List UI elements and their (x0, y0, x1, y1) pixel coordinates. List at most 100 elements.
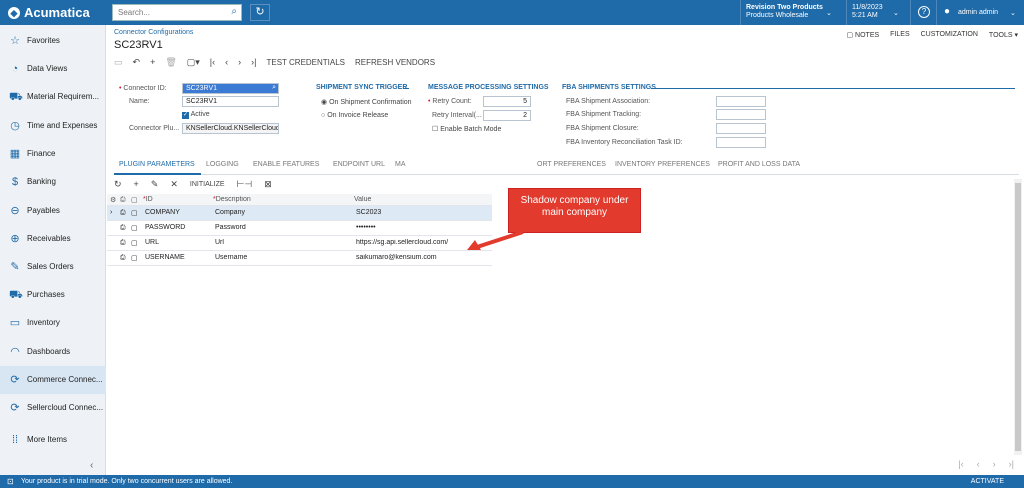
save-icon[interactable]: ▭ (114, 57, 123, 68)
note-icon[interactable]: ▢ (131, 224, 138, 232)
acumatica-logo[interactable]: ◆ Acumatica (8, 5, 90, 20)
retry-count-field[interactable]: 5 (483, 96, 531, 107)
sidebar-item-payables[interactable]: ⊖ Payables (0, 197, 106, 225)
cell-id[interactable]: COMPANY (145, 209, 180, 216)
note-icon[interactable]: ▢ (131, 209, 138, 217)
column-value-header[interactable]: Value (354, 196, 371, 203)
sidebar-item-banking[interactable]: $ Banking (0, 168, 106, 196)
sidebar-item-favorites[interactable]: ☆ Favorites (0, 27, 106, 55)
cell-id[interactable]: PASSWORD (145, 224, 185, 231)
export-excel-icon[interactable]: ⊠ (264, 179, 272, 190)
active-checkbox[interactable]: ✓ Active (182, 111, 210, 119)
chevron-down-icon[interactable]: ⌄ (893, 9, 899, 17)
attach-icon[interactable]: ⎙ (120, 239, 126, 247)
previous-page-icon[interactable]: ‹ (977, 459, 980, 469)
help-icon[interactable]: ? (918, 6, 930, 18)
notes-button[interactable]: ▢ NOTES (846, 31, 879, 39)
table-row[interactable]: ⎙ ▢ PASSWORD Password •••••••• (107, 221, 492, 236)
customization-button[interactable]: CUSTOMIZATION (921, 31, 978, 39)
fba-shipment-association-field[interactable] (716, 96, 766, 107)
first-record-icon[interactable]: |‹ (210, 57, 215, 67)
cell-value[interactable]: saikumaro@kensium.com (356, 254, 437, 261)
on-shipment-confirmation-radio[interactable]: ◉ On Shipment Confirmation (321, 98, 412, 106)
undo-icon[interactable]: ↶ (133, 57, 141, 68)
tab-inventory-preferences[interactable]: INVENTORY PREFERENCES (615, 161, 710, 168)
on-invoice-release-radio[interactable]: ○ On Invoice Release (321, 112, 388, 119)
cell-value[interactable]: •••••••• (356, 224, 376, 231)
first-page-icon[interactable]: |‹ (958, 459, 963, 469)
sidebar-item-dashboards[interactable]: ◠ Dashboards (0, 338, 106, 366)
cell-description[interactable]: Password (215, 224, 246, 231)
note-icon[interactable]: ▢ (131, 239, 138, 247)
sidebar-item-time-expenses[interactable]: ◷ Time and Expenses (0, 112, 106, 140)
cell-value[interactable]: https://sg.api.sellercloud.com/ (356, 239, 448, 246)
last-page-icon[interactable]: ›| (1009, 459, 1014, 469)
cell-value[interactable]: SC2023 (356, 209, 381, 216)
add-row-icon[interactable]: + (134, 179, 139, 189)
add-icon[interactable]: + (150, 57, 155, 67)
scroll-thumb[interactable] (1015, 183, 1021, 451)
connector-id-field[interactable]: SC23RV1 ⌕ (182, 83, 279, 94)
enable-batch-mode-checkbox[interactable]: ☐ Enable Batch Mode (432, 125, 501, 133)
attach-icon[interactable]: ⎙ (120, 254, 126, 262)
history-icon[interactable]: ↻ (250, 4, 270, 21)
edit-icon[interactable]: ✎ (151, 179, 159, 190)
tab-plugin-parameters[interactable]: PLUGIN PARAMETERS (119, 161, 195, 168)
cell-description[interactable]: Company (215, 209, 245, 216)
user-menu[interactable]: admin admin (958, 9, 998, 16)
connector-plugin-field[interactable]: KNSellerCloud.KNSellerCloudC (182, 123, 279, 134)
sidebar-item-inventory[interactable]: ▭ Inventory (0, 309, 106, 337)
delete-row-icon[interactable]: ✕ (170, 179, 178, 190)
sidebar-item-commerce-connector[interactable]: ⟳ Commerce Connec... (0, 366, 106, 394)
retry-interval-field[interactable]: 2 (483, 110, 531, 121)
tab-logging[interactable]: LOGGING (206, 161, 239, 168)
sidebar-item-purchases[interactable]: ⛟ Purchases (0, 281, 106, 309)
table-row[interactable]: ⎙ ▢ USERNAME Username saikumaro@kensium.… (107, 251, 492, 266)
sidebar-item-data-views[interactable]: ◔ Data Views (0, 55, 106, 83)
search-icon[interactable]: ⌕ (272, 84, 276, 92)
last-record-icon[interactable]: ›| (251, 57, 256, 67)
chevron-down-icon[interactable]: ⌄ (826, 9, 832, 17)
previous-record-icon[interactable]: ‹ (225, 57, 228, 67)
cell-description[interactable]: Username (215, 254, 247, 261)
cell-id[interactable]: USERNAME (145, 254, 185, 261)
search-icon[interactable]: ⌕ (231, 6, 237, 17)
tab-endpoint-url[interactable]: ENDPOINT URL (333, 161, 385, 168)
initialize-button[interactable]: INITIALIZE (190, 181, 225, 188)
sidebar-item-more-items[interactable]: ⁞⁞ More Items (0, 426, 106, 454)
table-row[interactable]: ⎙ ▢ URL Url https://sg.api.sellercloud.c… (107, 236, 492, 251)
name-field[interactable]: SC23RV1 (182, 96, 279, 107)
vertical-scrollbar[interactable] (1014, 179, 1022, 455)
sidebar-item-sellercloud-connector[interactable]: ⟳ Sellercloud Connec... (0, 394, 106, 422)
refresh-vendors-button[interactable]: REFRESH VENDORS (355, 58, 435, 67)
tools-button[interactable]: TOOLS ▾ (989, 31, 1018, 39)
fba-shipment-tracking-field[interactable] (716, 109, 766, 120)
column-id-header[interactable]: *ID (143, 196, 153, 203)
cell-id[interactable]: URL (145, 239, 159, 246)
collapse-sidebar-icon[interactable]: ‹ (90, 460, 93, 471)
attach-icon[interactable]: ⎙ (120, 224, 126, 232)
tab-enable-features[interactable]: ENABLE FEATURES (253, 161, 319, 168)
attach-icon[interactable]: ⎙ (120, 209, 126, 217)
fba-shipment-closure-field[interactable] (716, 123, 766, 134)
sidebar-item-receivables[interactable]: ⊕ Receivables (0, 225, 106, 253)
tab-ma[interactable]: MA (395, 161, 406, 168)
search-input[interactable]: Search... ⌕ (112, 4, 242, 21)
delete-icon[interactable]: 🗑 (165, 57, 176, 68)
fit-columns-icon[interactable]: ⊢⊣ (237, 179, 253, 190)
sidebar-item-material-requirements[interactable]: ⛟ Material Requirem... (0, 83, 106, 111)
settings-icon[interactable]: ⚙ (110, 196, 116, 204)
table-row[interactable]: › ⎙ ▢ COMPANY Company SC2023 (107, 206, 492, 221)
note-icon[interactable]: ▢ (131, 254, 138, 262)
chevron-down-icon[interactable]: ⌄ (1010, 9, 1016, 17)
refresh-icon[interactable]: ↻ (114, 179, 122, 190)
activate-button[interactable]: ACTIVATE (971, 475, 1004, 488)
tab-import-preferences[interactable]: ORT PREFERENCES (537, 161, 606, 168)
tab-profit-loss-data[interactable]: PROFIT AND LOSS DATA (718, 161, 800, 168)
test-credentials-button[interactable]: TEST CREDENTIALS (266, 58, 345, 67)
cell-description[interactable]: Url (215, 239, 224, 246)
next-record-icon[interactable]: › (238, 57, 241, 67)
fba-reconciliation-field[interactable] (716, 137, 766, 148)
sidebar-item-sales-orders[interactable]: ✎ Sales Orders (0, 253, 106, 281)
business-date[interactable]: 11/8/2023 5:21 AM (852, 4, 883, 20)
